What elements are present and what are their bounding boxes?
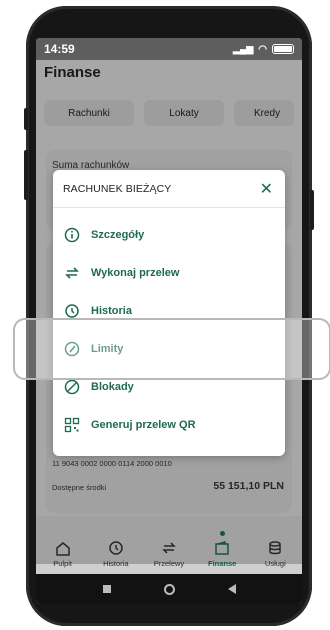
phone-power-button [310,190,314,230]
info-icon [64,227,80,243]
dialog-header: RACHUNEK BIEŻĄCY ✕ [53,170,285,208]
wifi-icon: ◠ [258,43,267,55]
menu-item-label: Generuj przelew QR [91,419,196,431]
home-button-icon[interactable] [163,583,175,595]
menu-item-label: Blokady [91,381,134,393]
menu-item-label: Szczegóły [91,229,145,241]
phone-side-button [24,150,28,200]
qr-icon [64,417,80,433]
highlight-frame [13,318,330,380]
menu-item-wykonaj-przelew[interactable]: Wykonaj przelew [63,264,179,282]
menu-item-szczegoly[interactable]: Szczegóły [63,226,144,244]
status-time: 14:59 [44,42,75,56]
signal-icon: ▂▄▆ [233,43,254,54]
close-icon[interactable]: ✕ [260,179,273,199]
transfer-icon [65,267,79,279]
battery-icon [272,44,294,54]
history-icon [65,304,79,318]
recent-apps-icon[interactable] [102,585,111,593]
menu-item-blokady[interactable]: Blokady [63,378,134,396]
dialog-title: RACHUNEK BIEŻĄCY [63,182,172,195]
menu-item-generuj-qr[interactable]: Generuj przelew QR [63,416,196,434]
status-bar: 14:59 ▂▄▆ ◠ [36,38,302,60]
account-options-dialog: RACHUNEK BIEŻĄCY ✕ Szczegóły Wykonaj prz… [53,170,285,456]
phone-side-button [24,108,28,130]
menu-item-label: Wykonaj przelew [91,267,180,279]
system-navigation-bar [36,574,302,604]
menu-item-label: Historia [91,305,132,317]
back-icon[interactable] [227,584,236,594]
block-icon [64,379,80,395]
